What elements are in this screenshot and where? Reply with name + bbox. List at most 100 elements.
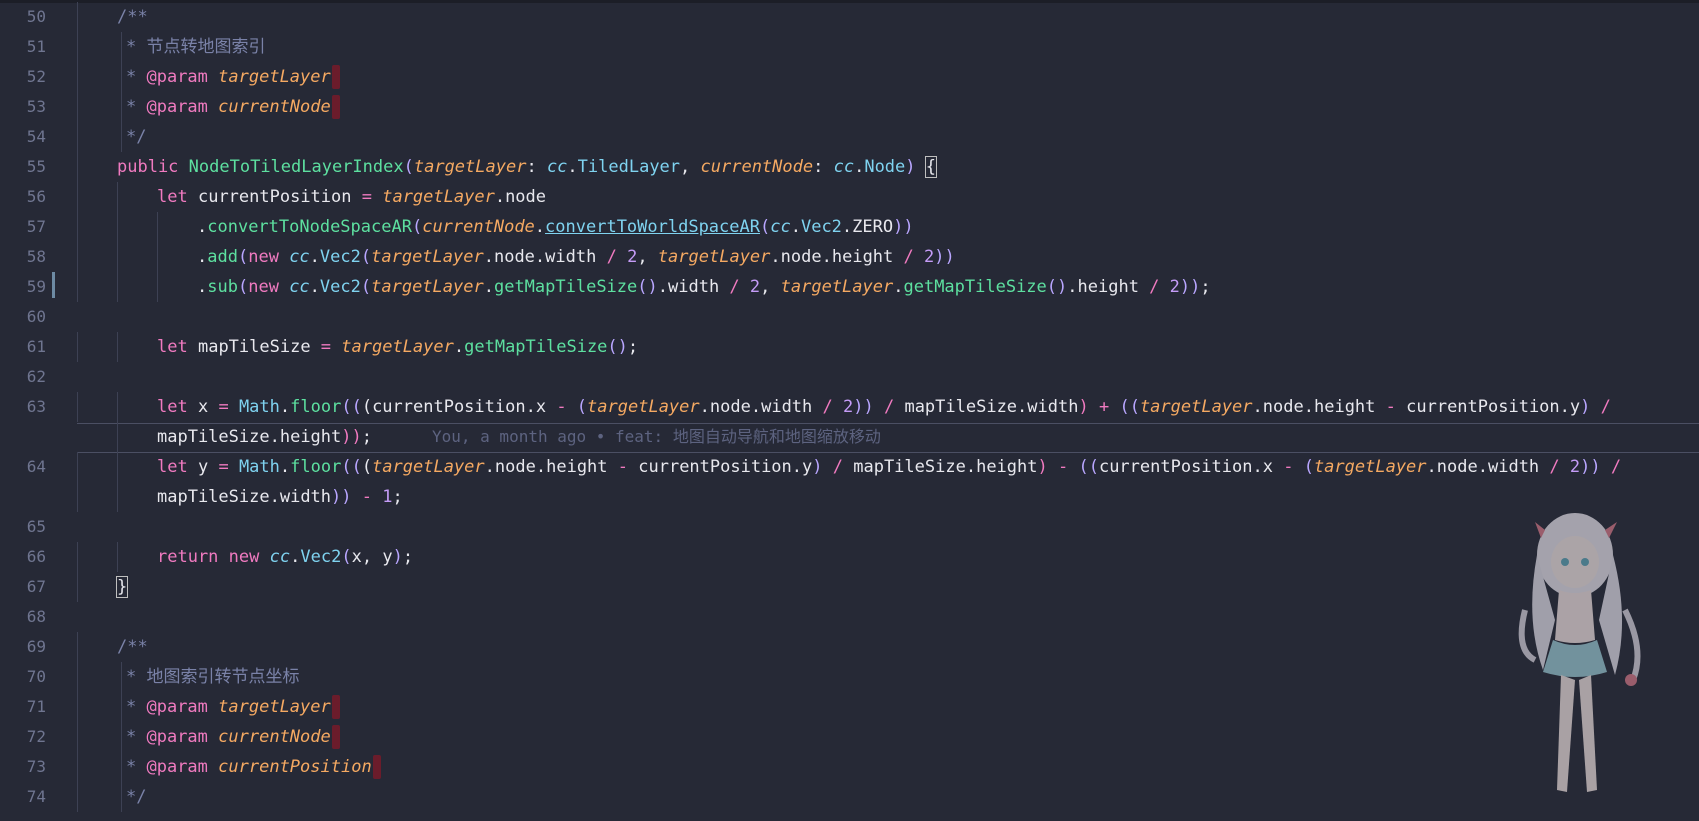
code-text: let x = Math.floor(((currentPosition.x -…: [157, 397, 1611, 417]
line-number: 59: [26, 277, 46, 296]
indent-guide: [117, 452, 118, 482]
line-number: 64: [26, 457, 46, 476]
line-number: 52: [26, 67, 46, 86]
error-marker: [331, 725, 340, 749]
indent-guide: [117, 242, 118, 272]
code-text: .add(new cc.Vec2(targetLayer.node.width …: [197, 247, 955, 267]
code-text: /**: [117, 7, 148, 27]
line-number: 61: [26, 337, 46, 356]
code-line: 64 let y = Math.floor(((targetLayer.node…: [0, 452, 1699, 482]
indent-guide: [77, 542, 78, 572]
indent-guide: [77, 92, 78, 122]
code-line: 55 public NodeToTiledLayerIndex(targetLa…: [0, 152, 1699, 182]
code-text: * @param targetLayer: [126, 62, 340, 92]
code-text: .convertToNodeSpaceAR(currentNode.conver…: [197, 217, 914, 237]
indent-guide: [121, 92, 122, 122]
code-text: .sub(new cc.Vec2(targetLayer.getMapTileS…: [197, 277, 1211, 297]
background-character-image: [1518, 513, 1641, 792]
indent-guide: [77, 182, 78, 212]
error-marker: [331, 95, 340, 119]
code-line: 69 /**: [0, 632, 1699, 662]
code-line-wrapped: mapTileSize.height)); You, a month ago • …: [0, 422, 1699, 452]
indent-guide: [121, 722, 122, 752]
code-text: */: [126, 787, 147, 807]
indent-guide: [77, 722, 78, 752]
error-marker: [331, 65, 340, 89]
indent-guide: [117, 332, 118, 362]
indent-guide: [77, 572, 78, 602]
line-number: 72: [26, 727, 46, 746]
git-blame-annotation: You, a month ago • feat: 地图自动导航和地图缩放移动: [432, 427, 881, 446]
indent-guide: [77, 212, 78, 242]
indent-guide: [77, 632, 78, 662]
indent-guide: [77, 122, 78, 152]
indent-guide: [77, 272, 78, 302]
line-number: 58: [26, 247, 46, 266]
code-line: 52 * @param targetLayer: [0, 62, 1699, 92]
code-text: mapTileSize.height)); You, a month ago • …: [157, 427, 881, 447]
indent-guide: [157, 242, 158, 272]
indent-guide: [77, 662, 78, 692]
code-text: public NodeToTiledLayerIndex(targetLayer…: [117, 156, 938, 178]
line-number: 73: [26, 757, 46, 776]
code-line: 59 .sub(new cc.Vec2(targetLayer.getMapTi…: [0, 272, 1699, 302]
indent-guide: [117, 542, 118, 572]
indent-guide: [121, 662, 122, 692]
indent-guide: [121, 32, 122, 62]
error-marker: [331, 695, 340, 719]
matched-bracket: {: [924, 156, 938, 178]
code-line: 68: [0, 602, 1699, 632]
line-number: 65: [26, 517, 46, 536]
code-line: 58 .add(new cc.Vec2(targetLayer.node.wid…: [0, 242, 1699, 272]
code-line: 54 */: [0, 122, 1699, 152]
code-line: 51 * 节点转地图索引: [0, 32, 1699, 62]
indent-guide: [157, 272, 158, 302]
line-number: 69: [26, 637, 46, 656]
code-text: * 节点转地图索引: [126, 37, 266, 57]
code-text: let mapTileSize = targetLayer.getMapTile…: [157, 337, 639, 357]
indent-guide: [121, 752, 122, 782]
code-text: /**: [117, 637, 148, 657]
code-editor[interactable]: 50 /** 51 * 节点转地图索引 52 * @param targetLa…: [0, 0, 1699, 821]
code-line: 73 * @param currentPosition: [0, 752, 1699, 782]
code-text: */: [126, 127, 147, 147]
code-text: mapTileSize.width)) - 1;: [157, 487, 403, 507]
matched-bracket: }: [115, 576, 129, 598]
code-line: 57 .convertToNodeSpaceAR(currentNode.con…: [0, 212, 1699, 242]
indent-guide: [117, 482, 118, 512]
line-number: 57: [26, 217, 46, 236]
line-number: 60: [26, 307, 46, 326]
indent-guide: [121, 122, 122, 152]
line-number: 51: [26, 37, 46, 56]
indent-guide: [77, 152, 78, 182]
indent-guide: [121, 782, 122, 812]
code-line: 71 * @param targetLayer: [0, 692, 1699, 722]
line-number: 68: [26, 607, 46, 626]
code-text: let currentPosition = targetLayer.node: [157, 187, 547, 207]
line-number: 67: [26, 577, 46, 596]
line-number: 56: [26, 187, 46, 206]
code-line: 61 let mapTileSize = targetLayer.getMapT…: [0, 332, 1699, 362]
line-number: 66: [26, 547, 46, 566]
line-number: 55: [26, 157, 46, 176]
code-line: 63 let x = Math.floor(((currentPosition.…: [0, 392, 1699, 422]
line-number: 53: [26, 97, 46, 116]
code-line: 67 }: [0, 572, 1699, 602]
code-line: 62: [0, 362, 1699, 392]
code-text: return new cc.Vec2(x, y);: [157, 547, 414, 567]
indent-guide: [157, 212, 158, 242]
code-text: * @param currentNode: [126, 722, 340, 752]
code-text: let y = Math.floor(((targetLayer.node.he…: [157, 457, 1622, 477]
indent-guide: [77, 452, 78, 482]
indent-guide: [77, 332, 78, 362]
indent-guide: [117, 212, 118, 242]
indent-guide: [121, 62, 122, 92]
error-marker: [372, 755, 381, 779]
line-number: 54: [26, 127, 46, 146]
indent-guide: [77, 62, 78, 92]
code-line: 66 return new cc.Vec2(x, y);: [0, 542, 1699, 572]
indent-guide: [77, 692, 78, 722]
indent-guide: [117, 422, 118, 452]
indent-guide: [77, 242, 78, 272]
indent-guide: [77, 482, 78, 512]
